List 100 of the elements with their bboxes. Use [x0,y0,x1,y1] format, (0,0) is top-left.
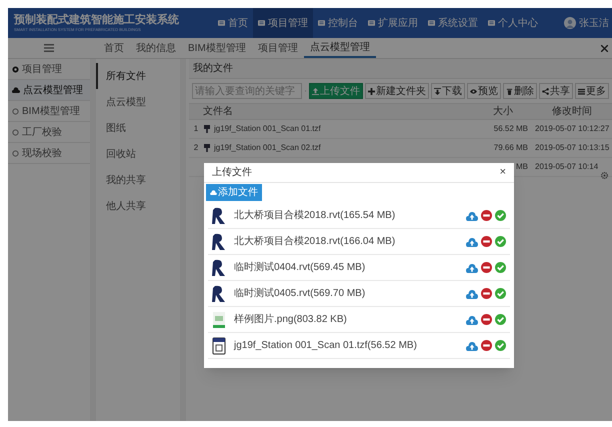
circle-icon [12,108,19,114]
modified-time: 2019-05-07 10:13:15 [535,143,610,152]
breadcrumb-tab[interactable]: 项目管理 [252,38,304,58]
file-name: 临时测试0404.rvt(569.45 MB) [234,260,366,275]
row-number: 2 [194,143,198,152]
remove-icon[interactable] [481,288,492,299]
breadcrumb-tab[interactable]: BIM模型管理 [182,38,252,58]
cloud-icon [210,190,217,195]
model-file-icon [212,232,226,250]
app-title: 预制装配式建筑智能施工安装系统 [14,14,180,27]
file-name: 北大桥项目合模2018.rvt(166.04 MB) [234,234,396,249]
sidebar-item[interactable]: 现场校验 [8,143,90,164]
nav-tab[interactable]: 扩展应用 [363,8,423,38]
scanner-icon [203,125,211,133]
download-icon [434,88,441,94]
check-icon[interactable] [495,340,506,351]
toolbar-button[interactable]: 上传文件 [309,83,363,99]
file-name: 临时测试0405.rvt(569.70 MB) [234,286,366,301]
check-icon[interactable] [495,210,506,221]
toolbar-button[interactable]: 新建文件夹 [365,83,429,99]
grid-icon [218,20,225,26]
grid-icon [258,20,265,26]
submenu-item[interactable]: 我的共享 [96,167,180,193]
file-name: 样例图片.png(803.82 KB) [234,312,347,327]
file-name: 北大桥项目合模2018.rvt(165.54 MB) [234,208,396,223]
nav-tab[interactable]: 控制台 [313,8,363,38]
document-file-icon [212,336,226,354]
nav-tab[interactable]: 系统设置 [423,8,483,38]
upload-icon [312,88,319,94]
breadcrumb-tab[interactable]: 我的信息 [130,38,182,58]
file-size: 79.66 MB [494,143,528,152]
circle-icon [12,150,19,156]
submenu-item[interactable]: 所有文件 [96,63,180,89]
cloud-upload-icon[interactable] [466,288,478,298]
plus-icon [368,88,375,94]
modified-time: 2019-05-07 10:14 [535,162,598,171]
column-header: 修改时间 [551,104,593,119]
check-icon[interactable] [495,262,506,273]
nav-tab[interactable]: 项目管理 [253,8,313,38]
sidebar-item[interactable]: BIM模型管理 [8,101,90,122]
remove-icon[interactable] [481,314,492,325]
sidebar-item[interactable]: 点云模型管理 [8,80,90,101]
panel-title: 我的文件 [189,59,612,79]
submenu-item[interactable]: 他人共享 [96,193,180,219]
cloud-upload-icon[interactable] [466,340,478,350]
trash-icon [506,88,513,94]
dialog-title: 上传文件 [212,166,252,180]
submenu-item[interactable]: 图纸 [96,115,180,141]
submenu-item[interactable]: 点云模型 [96,89,180,115]
circle-icon [12,66,19,72]
scanner-icon [203,144,211,152]
cloud-upload-icon[interactable] [466,314,478,324]
close-icon[interactable] [601,44,608,52]
grid-icon [488,20,495,26]
cloud-upload-icon[interactable] [466,262,478,272]
cloud-icon [12,87,20,93]
cloud-upload-icon[interactable] [466,210,478,220]
remove-icon[interactable] [481,262,492,273]
toolbar-button[interactable]: 预览 [467,83,501,99]
circle-icon [12,128,19,136]
check-icon[interactable] [495,288,506,299]
image-file-icon [212,310,226,328]
grid-icon [428,20,435,26]
file-name[interactable]: jg19f_Station 001_Scan 01.tzf [214,123,321,135]
breadcrumb-tab[interactable]: 首页 [98,38,130,58]
remove-icon[interactable] [481,210,492,221]
nav-tab[interactable]: 个人中心 [483,8,543,38]
toolbar-button[interactable]: 下载 [431,83,465,99]
remove-icon[interactable] [481,236,492,247]
check-icon[interactable] [495,314,506,325]
gear-icon[interactable] [601,172,608,179]
toolbar-button[interactable]: 共享 [539,83,573,99]
user-name[interactable]: 张玉洁 [579,16,609,30]
grid-icon [318,20,325,26]
row-number: 1 [194,124,198,133]
nav-tab[interactable]: 首页 [213,8,253,38]
sidebar-item[interactable]: 工厂校验 [8,122,90,143]
model-file-icon [212,206,226,224]
cloud-upload-icon[interactable] [466,236,478,246]
column-header: 大小 [492,104,514,119]
submenu-item[interactable]: 回收站 [96,141,180,167]
avatar-icon [564,17,576,29]
file-size: 56.52 MB [494,124,528,133]
grid-icon [368,20,375,26]
remove-icon[interactable] [481,340,492,351]
share-icon [542,88,549,94]
add-file-button[interactable]: 添加文件 [206,184,262,201]
toolbar-button[interactable]: 删除 [503,83,537,99]
file-size: MB [516,162,528,171]
check-icon[interactable] [495,236,506,247]
model-file-icon [212,284,226,302]
eye-icon [470,88,477,94]
column-header: 文件名 [203,104,234,119]
menu-icon[interactable] [44,44,54,52]
file-name[interactable]: jg19f_Station 001_Scan 02.tzf [214,142,321,154]
close-button[interactable]: × [500,167,506,178]
modified-time: 2019-05-07 10:12:27 [535,124,610,133]
search-field[interactable]: 请输入要查询的关键字 [192,83,302,99]
file-name: jg19f_Station 001_Scan 01.tzf(56.52 MB) [234,339,417,353]
toolbar-button[interactable]: 更多 [575,83,609,99]
